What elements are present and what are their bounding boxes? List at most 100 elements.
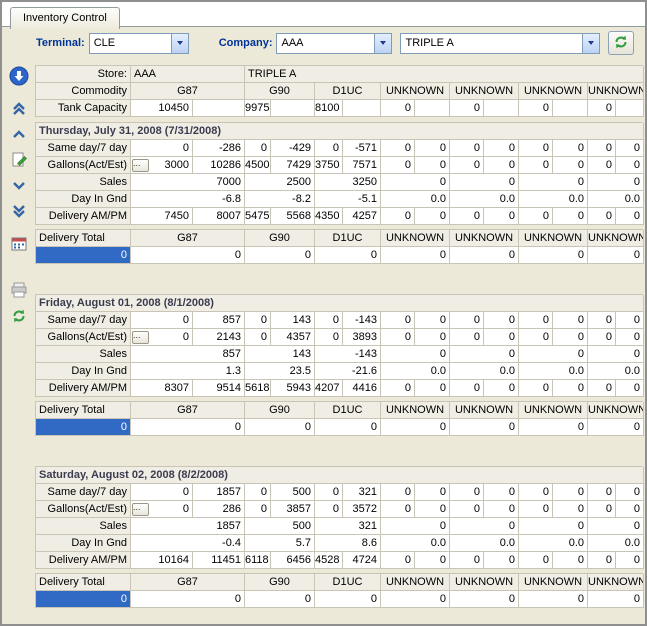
grid-cell[interactable]: 7450 xyxy=(131,208,193,225)
grid-cell[interactable] xyxy=(484,100,519,117)
grid-cell[interactable]: 10450 xyxy=(131,100,193,117)
grid-cell[interactable] xyxy=(616,100,644,117)
grid-cell[interactable]: 5.7 xyxy=(245,535,315,552)
grid-cell[interactable]: 0 xyxy=(450,329,484,346)
grid-cell[interactable]: 0 xyxy=(616,552,644,569)
print-button[interactable] xyxy=(6,279,32,303)
grid-cell[interactable]: 0 xyxy=(415,380,450,397)
grid-cell[interactable] xyxy=(271,100,315,117)
grid-cell[interactable]: 0 xyxy=(588,174,644,191)
move-up-button[interactable] xyxy=(6,123,32,147)
company-name-dropdown-button[interactable] xyxy=(582,34,599,53)
grid-cell[interactable]: 0 xyxy=(450,208,484,225)
grid-cell[interactable]: 143 xyxy=(271,312,315,329)
grid-cell[interactable]: 10164 xyxy=(131,552,193,569)
grid-cell[interactable]: 5475 xyxy=(245,208,271,225)
grid-cell[interactable]: 0.0 xyxy=(519,191,588,208)
grid-cell[interactable]: 0 xyxy=(588,312,616,329)
grid-cell[interactable]: 0 xyxy=(381,247,450,264)
grid-cell[interactable]: 0.0 xyxy=(450,191,519,208)
grid-cell[interactable]: 0 xyxy=(381,174,450,191)
grid-cell[interactable]: 0 xyxy=(588,247,644,264)
selected-cell[interactable]: 0 xyxy=(36,419,131,436)
grid-cell[interactable]: 0 xyxy=(381,501,415,518)
grid-cell[interactable]: 857 xyxy=(131,346,245,363)
grid-cell[interactable]: 4416 xyxy=(343,380,381,397)
grid-cell[interactable]: 0 xyxy=(616,484,644,501)
grid-cell[interactable]: 321 xyxy=(343,484,381,501)
grid-cell[interactable]: 0 xyxy=(484,140,519,157)
grid-cell[interactable]: 0.0 xyxy=(450,363,519,380)
grid-cell[interactable]: 0 xyxy=(616,501,644,518)
refresh-button[interactable] xyxy=(6,305,32,329)
grid-cell[interactable]: 0 xyxy=(519,552,553,569)
grid-cell[interactable]: 4357 xyxy=(271,329,315,346)
grid-cell[interactable]: 0 xyxy=(381,591,450,608)
grid-cell[interactable]: -6.8 xyxy=(131,191,245,208)
selected-cell[interactable]: 0 xyxy=(36,591,131,608)
grid-cell[interactable]: 0 xyxy=(450,591,519,608)
grid-cell[interactable]: 0.0 xyxy=(588,191,644,208)
grid-cell[interactable]: 0 xyxy=(315,247,381,264)
grid-cell[interactable]: 0 xyxy=(415,329,450,346)
scroll-bottom-button[interactable] xyxy=(6,65,32,89)
grid-cell[interactable]: 0 xyxy=(519,484,553,501)
grid-cell[interactable]: 0 xyxy=(588,346,644,363)
grid-cell[interactable]: 0.0 xyxy=(519,363,588,380)
grid-cell[interactable]: 9975 xyxy=(245,100,271,117)
grid-cell[interactable]: 11451 xyxy=(193,552,245,569)
grid-cell[interactable]: 8.6 xyxy=(315,535,381,552)
grid-cell[interactable]: 0 xyxy=(484,484,519,501)
grid-cell[interactable]: 0 xyxy=(381,208,415,225)
grid-cell[interactable]: 0 xyxy=(245,312,271,329)
grid-cell[interactable]: 0 xyxy=(588,100,616,117)
grid-cell[interactable]: 5618 xyxy=(245,380,271,397)
grid-cell[interactable]: 4350 xyxy=(315,208,343,225)
terminal-combobox[interactable]: CLE xyxy=(89,33,189,54)
grid-cell[interactable]: -143 xyxy=(343,312,381,329)
grid-cell[interactable]: 0 xyxy=(450,247,519,264)
grid-cell[interactable]: 0 xyxy=(484,312,519,329)
grid-cell[interactable]: 0.0 xyxy=(519,535,588,552)
grid-cell[interactable]: 0 xyxy=(415,312,450,329)
gallons-ellipsis-button[interactable]: ... xyxy=(132,331,149,344)
grid-cell[interactable]: 0 xyxy=(381,346,450,363)
grid-cell[interactable]: 4257 xyxy=(343,208,381,225)
grid-cell[interactable]: 0 xyxy=(553,484,588,501)
grid-cell[interactable]: 0 xyxy=(415,208,450,225)
grid-cell[interactable]: 0 xyxy=(519,591,588,608)
grid-cell[interactable]: -8.2 xyxy=(245,191,315,208)
grid-cell[interactable]: 0 xyxy=(553,329,588,346)
grid-cell[interactable]: 0 xyxy=(519,329,553,346)
grid-cell[interactable]: 1857 xyxy=(131,518,245,535)
grid-cell[interactable]: 3857 xyxy=(271,501,315,518)
move-down-button[interactable] xyxy=(6,175,32,199)
grid-cell[interactable]: 4528 xyxy=(315,552,343,569)
grid-cell[interactable]: 0 xyxy=(315,501,343,518)
grid-cell[interactable]: -5.1 xyxy=(315,191,381,208)
grid-cell[interactable]: 0 xyxy=(519,346,588,363)
grid-cell[interactable]: 0 xyxy=(588,419,644,436)
grid-cell[interactable]: 0 xyxy=(450,380,484,397)
grid-cell[interactable]: 0.0 xyxy=(450,535,519,552)
grid-cell[interactable]: -21.6 xyxy=(315,363,381,380)
grid-cell[interactable]: 0 xyxy=(616,140,644,157)
grid-cell[interactable] xyxy=(553,100,588,117)
grid-cell[interactable]: 0 xyxy=(484,552,519,569)
grid-cell[interactable]: 0 xyxy=(553,380,588,397)
grid-cell[interactable]: 0 xyxy=(381,552,415,569)
grid-cell[interactable]: 1857 xyxy=(193,484,245,501)
grid-cell[interactable]: -0.4 xyxy=(131,535,245,552)
grid-cell[interactable]: 0 xyxy=(315,591,381,608)
grid-cell[interactable]: 0 xyxy=(131,247,245,264)
company-code-combobox[interactable]: AAA xyxy=(276,33,392,54)
grid-cell[interactable]: 0 xyxy=(616,380,644,397)
grid-cell[interactable]: 0 xyxy=(450,174,519,191)
grid-cell[interactable] xyxy=(415,100,450,117)
grid-cell[interactable]: 0 xyxy=(450,157,484,174)
grid-cell[interactable]: 0 xyxy=(450,312,484,329)
grid-cell[interactable]: 0 xyxy=(381,100,415,117)
grid-cell[interactable]: 8307 xyxy=(131,380,193,397)
grid-cell[interactable]: 0 xyxy=(450,346,519,363)
grid-cell[interactable]: 0 xyxy=(415,501,450,518)
